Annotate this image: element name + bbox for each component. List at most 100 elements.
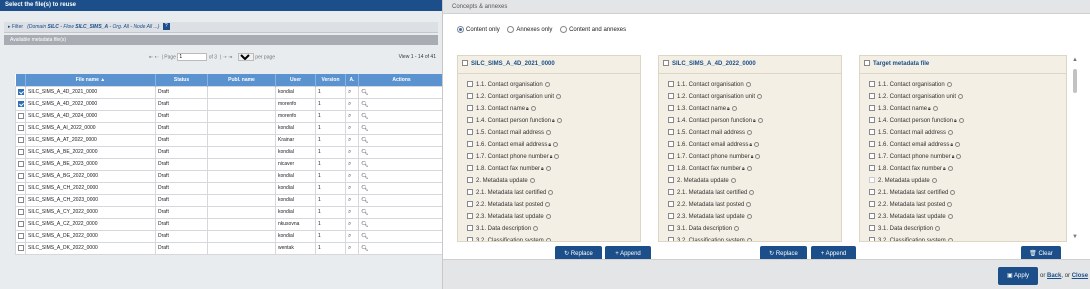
select-all-checkbox[interactable] <box>462 60 468 67</box>
paperclip-icon[interactable]: ⌕ <box>348 185 351 191</box>
concept-item[interactable]: 3.2. Classification system <box>659 235 841 241</box>
actions-cell[interactable]: 🔍︎ <box>358 109 442 123</box>
concept-checkbox[interactable] <box>869 225 875 232</box>
concept-item[interactable]: 1.4. Contact person function🔒︎ <box>458 115 640 127</box>
concept-checkbox[interactable] <box>869 105 875 112</box>
first-page-icon[interactable]: ⇤ <box>149 54 153 60</box>
concept-checkbox[interactable] <box>668 213 674 220</box>
concept-item[interactable]: 1.1. Contact organisation <box>659 79 841 91</box>
concept-item[interactable]: 1.3. Contact name🔒︎ <box>860 103 1066 115</box>
concept-checkbox[interactable] <box>467 237 473 241</box>
concept-item[interactable]: 2.3. Metadata last update <box>659 211 841 223</box>
row-select-cell[interactable] <box>15 145 26 159</box>
filter-bar[interactable]: ▸ Filter (Domain SILC - Flow SILC_SIMS_A… <box>4 22 438 33</box>
view-icon[interactable]: 🔍︎ <box>361 174 369 180</box>
concept-item[interactable]: 1.5. Contact mail address <box>458 127 640 139</box>
concept-checkbox[interactable] <box>869 213 875 220</box>
concept-item[interactable]: 2. Metadata update <box>458 175 640 187</box>
table-row[interactable]: SILC_SIMS_A_CY_2022_0000 Draft kondial 1 ⌕ 🔍︎ <box>15 205 442 219</box>
paperclip-icon[interactable]: ⌕ <box>348 89 351 95</box>
concept-checkbox[interactable] <box>467 177 473 184</box>
annex-cell[interactable]: ⌕ <box>345 145 359 159</box>
radio-circle[interactable] <box>560 26 568 33</box>
row-checkbox[interactable] <box>18 112 24 119</box>
concept-checkbox[interactable] <box>869 93 875 100</box>
annex-cell[interactable]: ⌕ <box>345 121 359 135</box>
paperclip-icon[interactable]: ⌕ <box>348 125 351 131</box>
row-checkbox[interactable] <box>18 172 24 179</box>
concept-checkbox[interactable] <box>869 165 875 172</box>
row-select-cell[interactable] <box>15 169 26 183</box>
actions-cell[interactable]: 🔍︎ <box>358 181 442 195</box>
row-checkbox[interactable] <box>18 232 24 239</box>
select-all-checkbox[interactable] <box>663 60 669 67</box>
concept-item[interactable]: 2. Metadata update <box>860 175 1066 187</box>
concept-checkbox[interactable] <box>668 93 674 100</box>
paperclip-icon[interactable]: ⌕ <box>348 233 351 239</box>
row-select-cell[interactable] <box>15 229 26 243</box>
source-column-2-header[interactable]: SILC_SIMS_A_4D_2022_0000 <box>659 56 841 74</box>
concept-item[interactable]: 1.1. Contact organisation <box>860 79 1066 91</box>
view-icon[interactable]: 🔍︎ <box>361 222 369 228</box>
row-select-cell[interactable] <box>15 133 26 147</box>
table-row[interactable]: SILC_SIMS_A_CZ_2022_0000 Draft nkusovna 1 ⌕ 🔍… <box>15 217 442 231</box>
actions-cell[interactable]: 🔍︎ <box>358 241 442 255</box>
annex-cell[interactable]: ⌕ <box>345 85 359 99</box>
annex-cell[interactable]: ⌕ <box>345 133 359 147</box>
concept-item[interactable]: 1.3. Contact name🔒︎ <box>458 103 640 115</box>
concept-item[interactable]: 2.2. Metadata last posted <box>659 199 841 211</box>
actions-cell[interactable]: 🔍︎ <box>358 193 442 207</box>
view-icon[interactable]: 🔍︎ <box>361 198 369 204</box>
concept-checkbox[interactable] <box>668 129 674 136</box>
annex-cell[interactable]: ⌕ <box>345 217 359 231</box>
view-icon[interactable]: 🔍︎ <box>361 138 369 144</box>
table-row[interactable]: SILC_SIMS_A_BG_2022_0000 Draft kondial 1 ⌕ 🔍︎ <box>15 169 442 183</box>
paperclip-icon[interactable]: ⌕ <box>348 209 351 215</box>
concept-item[interactable]: 1.4. Contact person function🔒︎ <box>659 115 841 127</box>
paperclip-icon[interactable]: ⌕ <box>348 101 351 107</box>
concept-checkbox[interactable] <box>869 177 875 184</box>
annex-cell[interactable]: ⌕ <box>345 109 359 123</box>
close-link[interactable]: Close <box>1072 273 1088 279</box>
row-select-cell[interactable] <box>15 205 26 219</box>
concept-item[interactable]: 2.2. Metadata last posted <box>458 199 640 211</box>
concept-checkbox[interactable] <box>668 153 674 160</box>
paperclip-icon[interactable]: ⌕ <box>348 149 351 155</box>
table-row[interactable]: SILC_SIMS_A_CH_2023_0000 Draft kondial 1 ⌕ 🔍︎ <box>15 193 442 207</box>
annex-cell[interactable]: ⌕ <box>345 157 359 171</box>
paperclip-icon[interactable]: ⌕ <box>348 197 351 203</box>
concept-checkbox[interactable] <box>467 93 473 100</box>
concept-item[interactable]: 2.3. Metadata last update <box>860 211 1066 223</box>
concept-checkbox[interactable] <box>668 165 674 172</box>
row-checkbox[interactable] <box>18 124 24 131</box>
row-checkbox[interactable] <box>18 88 24 95</box>
concept-item[interactable]: 1.2. Contact organisation unit <box>458 91 640 103</box>
actions-cell[interactable]: 🔍︎ <box>358 145 442 159</box>
per-page-select[interactable]: 15 <box>237 53 254 61</box>
concept-checkbox[interactable] <box>869 129 875 136</box>
concept-checkbox[interactable] <box>467 165 473 172</box>
table-row[interactable]: SILC_SIMS_A_AI_2022_0000 Draft kondial 1 ⌕ 🔍︎ <box>15 121 442 135</box>
concept-checkbox[interactable] <box>467 129 473 136</box>
scroll-up-icon[interactable]: ▲ <box>1072 57 1078 63</box>
concept-checkbox[interactable] <box>668 237 674 241</box>
view-icon[interactable]: 🔍︎ <box>361 234 369 240</box>
concept-checkbox[interactable] <box>869 153 875 160</box>
table-row[interactable]: SILC_SIMS_A_BE_2022_0000 Draft kondial 1 ⌕ 🔍︎ <box>15 145 442 159</box>
row-select-cell[interactable] <box>15 181 26 195</box>
scroll-down-icon[interactable]: ▼ <box>1072 234 1078 240</box>
concept-checkbox[interactable] <box>869 141 875 148</box>
row-checkbox[interactable] <box>18 136 24 143</box>
radio-circle[interactable] <box>507 26 515 33</box>
concept-item[interactable]: 1.2. Contact organisation unit <box>659 91 841 103</box>
next-page-icon[interactable]: ⇢ <box>223 54 227 60</box>
concept-item[interactable]: 1.7. Contact phone number🔒︎ <box>458 151 640 163</box>
concept-checkbox[interactable] <box>467 225 473 232</box>
concept-checkbox[interactable] <box>869 237 875 241</box>
actions-cell[interactable]: 🔍︎ <box>358 85 442 99</box>
concept-checkbox[interactable] <box>668 201 674 208</box>
paperclip-icon[interactable]: ⌕ <box>348 137 351 143</box>
row-select-cell[interactable] <box>15 97 26 111</box>
concept-checkbox[interactable] <box>668 189 674 196</box>
target-column-header[interactable]: Target metadata file <box>860 56 1066 74</box>
